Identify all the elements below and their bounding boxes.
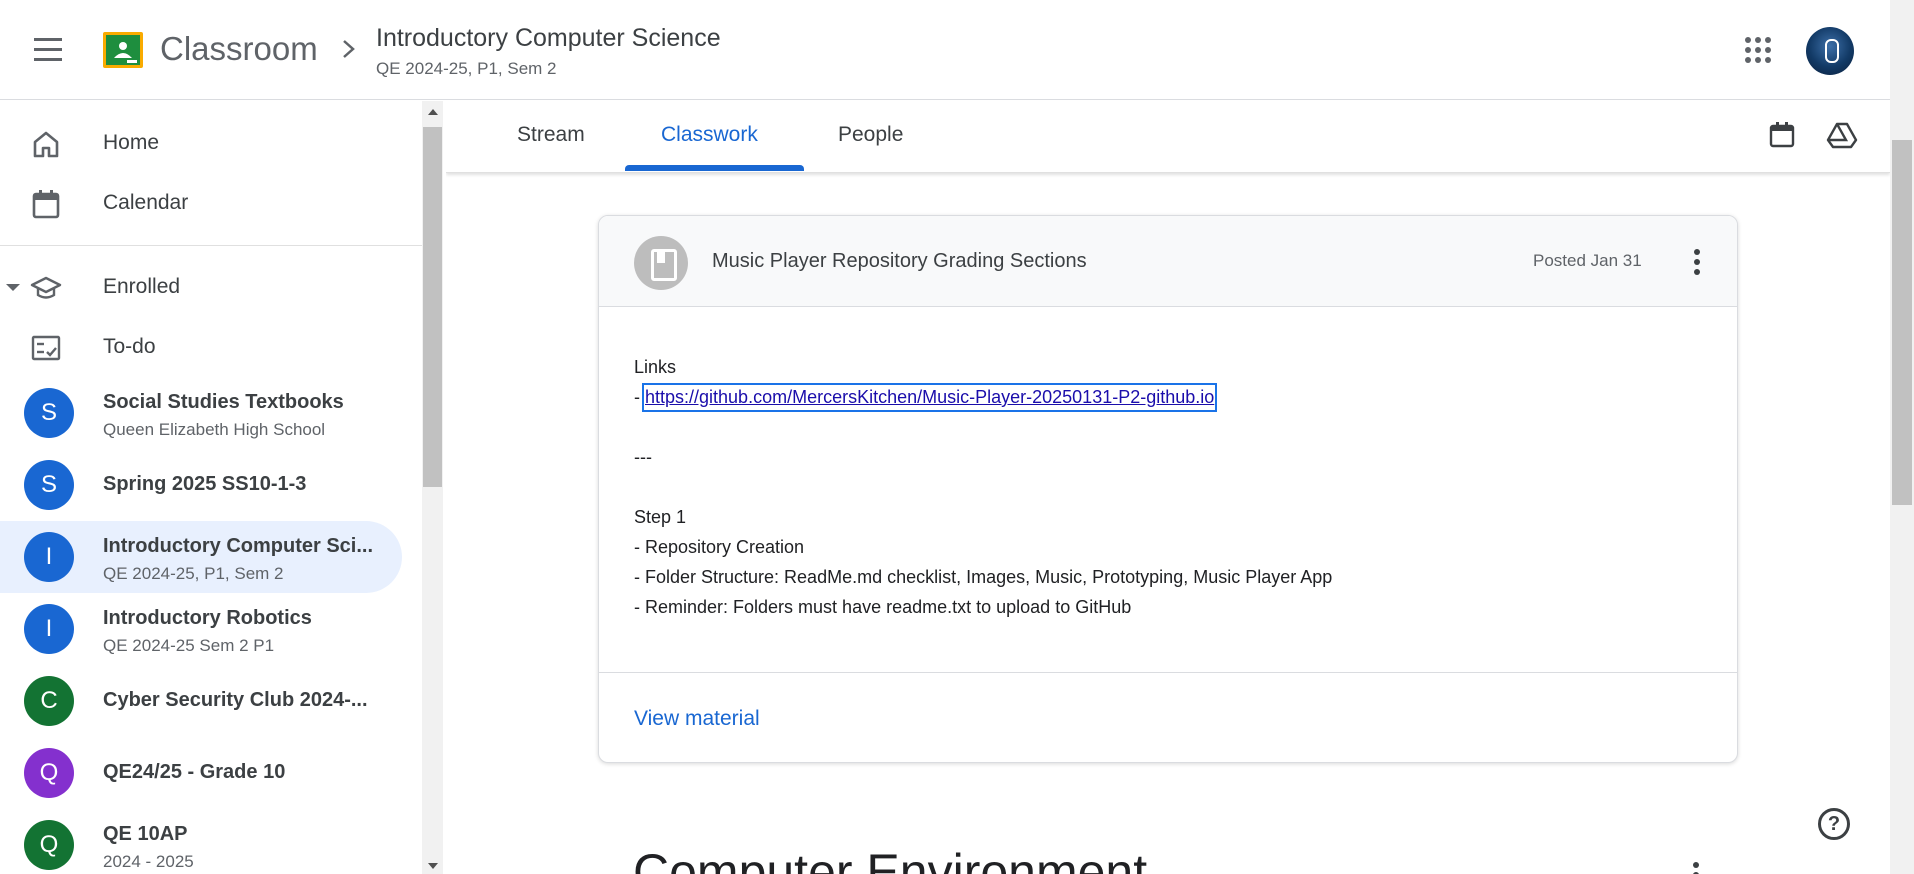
graduation-cap-icon bbox=[30, 276, 62, 299]
class-name: Cyber Security Club 2024-... bbox=[103, 689, 368, 711]
class-avatar: Q bbox=[24, 748, 74, 798]
topic-more-options-icon[interactable] bbox=[1684, 859, 1708, 874]
tab-stream[interactable]: Stream bbox=[517, 123, 585, 147]
posted-date: Posted Jan 31 bbox=[1533, 251, 1642, 270]
main-content: Stream Classwork People Music Player Rep… bbox=[446, 101, 1890, 874]
sidebar-item-home[interactable]: Home bbox=[0, 113, 402, 173]
link-dash: - bbox=[634, 387, 640, 407]
separator-text: --- bbox=[634, 447, 652, 467]
tab-classwork[interactable]: Classwork bbox=[661, 123, 758, 147]
sidebar-item-label: Enrolled bbox=[103, 275, 181, 298]
sidebar-class-spring-2025[interactable]: S Spring 2025 SS10-1-3 bbox=[0, 449, 402, 521]
expand-caret-icon[interactable] bbox=[6, 284, 20, 291]
step-item: - Repository Creation bbox=[634, 537, 805, 557]
more-options-icon[interactable] bbox=[1685, 246, 1709, 278]
class-avatar: Q bbox=[24, 820, 74, 870]
step-item: - Reminder: Folders must have readme.txt… bbox=[634, 597, 1132, 617]
course-title[interactable]: Introductory Computer Science bbox=[376, 24, 721, 53]
class-avatar: I bbox=[24, 604, 74, 654]
google-calendar-icon[interactable] bbox=[1766, 119, 1798, 151]
account-avatar[interactable] bbox=[1806, 27, 1854, 75]
tab-bar: Stream Classwork People bbox=[446, 101, 1890, 173]
class-name: Social Studies Textbooks bbox=[103, 391, 344, 413]
home-icon bbox=[33, 131, 59, 158]
class-name: Introductory Robotics bbox=[103, 607, 312, 629]
links-heading: Links bbox=[634, 357, 677, 377]
scroll-thumb[interactable] bbox=[423, 127, 442, 487]
class-avatar: C bbox=[24, 676, 74, 726]
sidebar-item-todo[interactable]: To-do bbox=[0, 317, 402, 377]
sidebar-item-label: Calendar bbox=[103, 191, 189, 214]
sidebar-class-cyber-security[interactable]: C Cyber Security Club 2024-... bbox=[0, 665, 402, 737]
sidebar-class-qe-10ap[interactable]: Q QE 10AP 2024 - 2025 bbox=[0, 809, 402, 874]
top-app-bar: Classroom Introductory Computer Science … bbox=[0, 0, 1890, 100]
checklist-icon bbox=[31, 335, 61, 361]
menu-icon[interactable] bbox=[26, 38, 70, 64]
sidebar-item-label: Home bbox=[103, 131, 160, 154]
step-heading: Step 1 bbox=[634, 507, 687, 527]
calendar-icon bbox=[32, 190, 60, 219]
class-avatar: S bbox=[24, 460, 74, 510]
class-subtitle: 2024 - 2025 bbox=[103, 852, 194, 871]
class-avatar: S bbox=[24, 388, 74, 438]
sidebar: Home Calendar Enrolled To-do S Social St… bbox=[0, 101, 422, 874]
scroll-up-arrow[interactable] bbox=[428, 109, 438, 115]
course-subtitle: QE 2024-25, P1, Sem 2 bbox=[376, 59, 557, 78]
class-avatar: I bbox=[24, 532, 74, 582]
step-item: - Folder Structure: ReadMe.md checklist,… bbox=[634, 567, 1333, 587]
class-name: Introductory Computer Sci... bbox=[103, 535, 374, 557]
page-scroll-thumb[interactable] bbox=[1892, 140, 1912, 505]
google-drive-icon[interactable] bbox=[1826, 119, 1858, 151]
material-book-icon bbox=[634, 236, 688, 290]
material-title: Music Player Repository Grading Sections bbox=[712, 250, 1087, 272]
divider bbox=[0, 245, 422, 246]
sidebar-scrollbar[interactable] bbox=[422, 101, 443, 874]
class-name: QE24/25 - Grade 10 bbox=[103, 761, 286, 783]
sidebar-item-enrolled[interactable]: Enrolled bbox=[0, 257, 402, 317]
sidebar-class-intro-cs[interactable]: I Introductory Computer Sci... QE 2024-2… bbox=[0, 521, 402, 593]
sidebar-item-calendar[interactable]: Calendar bbox=[0, 173, 402, 233]
apps-grid-icon[interactable] bbox=[1745, 37, 1771, 63]
sidebar-class-intro-robotics[interactable]: I Introductory Robotics QE 2024-25 Sem 2… bbox=[0, 593, 402, 665]
class-name: QE 10AP bbox=[103, 823, 188, 845]
material-header[interactable]: Music Player Repository Grading Sections… bbox=[599, 216, 1737, 307]
class-name: Spring 2025 SS10-1-3 bbox=[103, 473, 307, 495]
github-repo-link[interactable]: https://github.com/MercersKitchen/Music-… bbox=[642, 383, 1218, 412]
scroll-down-arrow[interactable] bbox=[428, 863, 438, 869]
sidebar-item-label: To-do bbox=[103, 335, 156, 358]
topic-title: Computer Environment bbox=[633, 844, 1148, 874]
class-subtitle: QE 2024-25 Sem 2 P1 bbox=[103, 636, 275, 655]
active-tab-indicator bbox=[625, 165, 804, 171]
material-card: Music Player Repository Grading Sections… bbox=[598, 215, 1738, 763]
tab-people[interactable]: People bbox=[838, 123, 903, 147]
sidebar-class-social-studies[interactable]: S Social Studies Textbooks Queen Elizabe… bbox=[0, 377, 402, 449]
view-material-link[interactable]: View material bbox=[634, 707, 760, 731]
page-scrollbar[interactable] bbox=[1890, 0, 1914, 874]
help-icon[interactable]: ? bbox=[1818, 808, 1850, 840]
material-footer: View material bbox=[599, 672, 1737, 762]
sidebar-class-grade-10[interactable]: Q QE24/25 - Grade 10 bbox=[0, 737, 402, 809]
classroom-logo[interactable] bbox=[103, 32, 143, 68]
class-subtitle: Queen Elizabeth High School bbox=[103, 420, 326, 439]
class-subtitle: QE 2024-25, P1, Sem 2 bbox=[103, 564, 284, 583]
chevron-right-icon bbox=[343, 40, 355, 58]
brand-name[interactable]: Classroom bbox=[160, 30, 318, 68]
